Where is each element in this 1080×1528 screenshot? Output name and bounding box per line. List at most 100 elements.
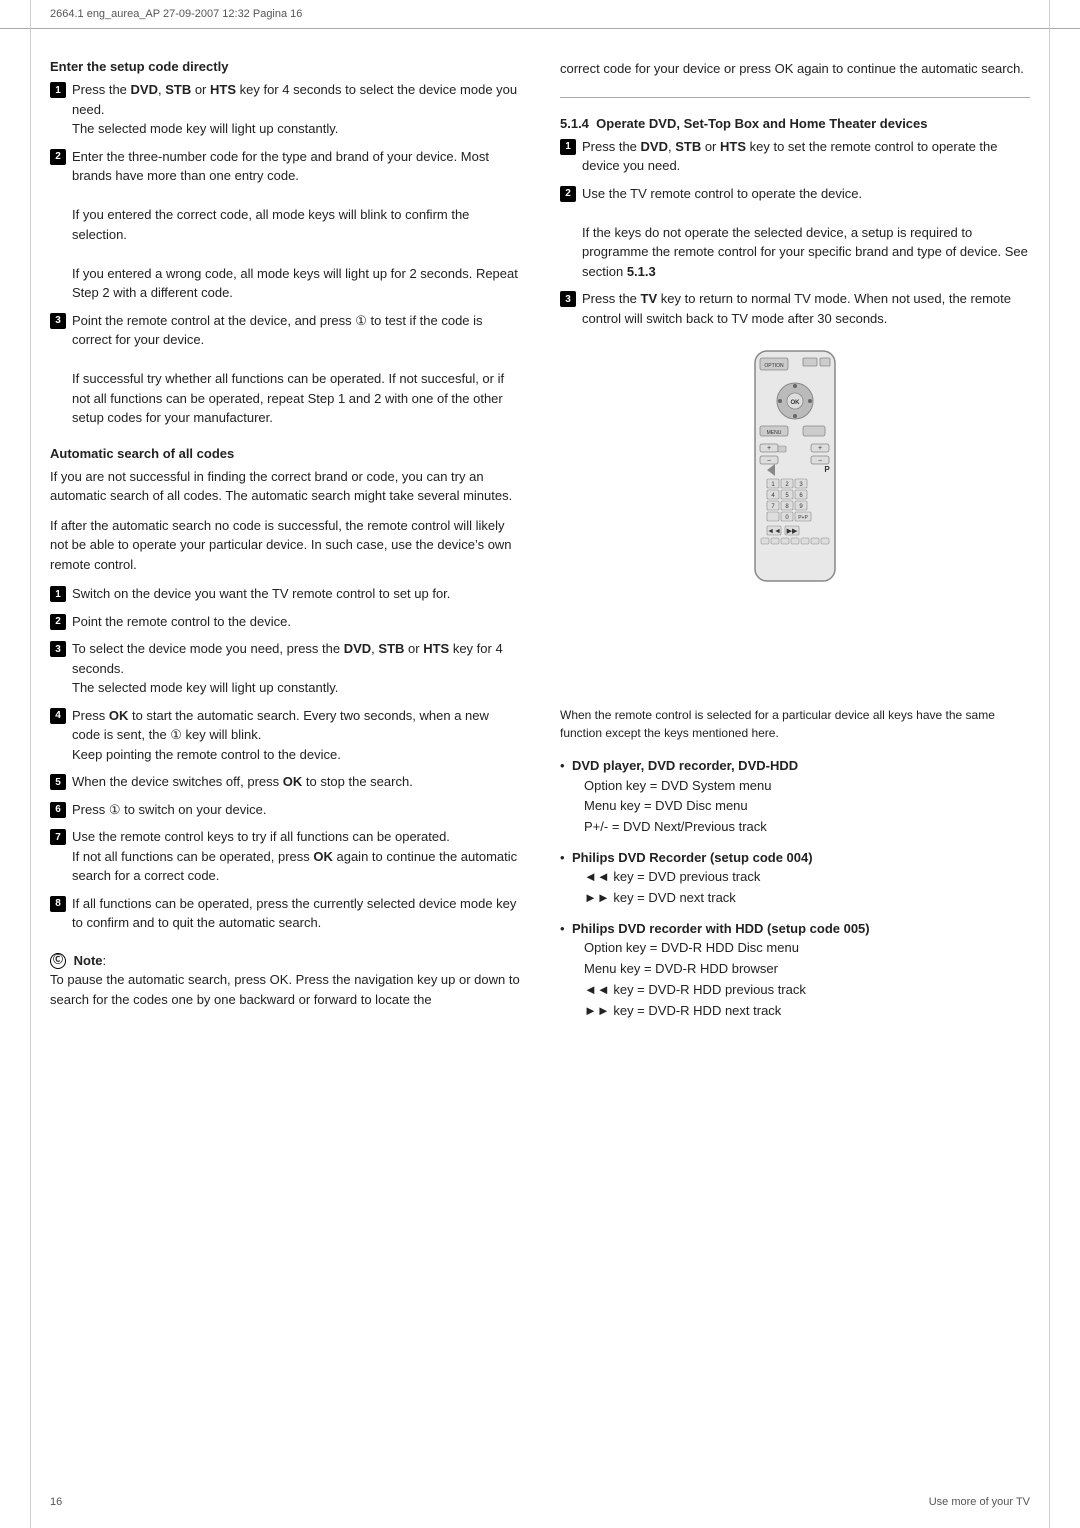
bullet-philips-hdd-items: Option key = DVD-R HDD Disc menu Menu ke… <box>572 938 1030 1021</box>
step-1-2: 2 Enter the three-number code for the ty… <box>50 147 520 303</box>
step-2-5-text: When the device switches off, press OK t… <box>72 774 413 789</box>
step-badge: 1 <box>50 82 66 98</box>
step-badge: 2 <box>50 149 66 165</box>
step-2-2: 2 Point the remote control to the device… <box>50 612 520 632</box>
step-badge: 1 <box>50 586 66 602</box>
section-auto-search: Automatic search of all codes If you are… <box>50 446 520 933</box>
hdd-item-1: Option key = DVD-R HDD Disc menu <box>584 940 799 955</box>
step-1-3: 3 Point the remote control at the device… <box>50 311 520 428</box>
step-2-5: 5 When the device switches off, press OK… <box>50 772 520 792</box>
step-2-1-text: Switch on the device you want the TV rem… <box>72 586 450 601</box>
section514-heading: 5.1.4 Operate DVD, Set-Top Box and Home … <box>560 116 1030 131</box>
step-2-8-text: If all functions can be operated, press … <box>72 896 516 931</box>
bullet-dvd-player-title: DVD player, DVD recorder, DVD-HDD <box>572 758 798 773</box>
step-3-2-text: Use the TV remote control to operate the… <box>582 186 862 201</box>
section-514: 5.1.4 Operate DVD, Set-Top Box and Home … <box>560 116 1030 329</box>
step-2-7: 7 Use the remote control keys to try if … <box>50 827 520 886</box>
step-3-1-text: Press the DVD, STB or HTS key to set the… <box>582 139 998 174</box>
step-1-2-sub1: If you entered the correct code, all mod… <box>72 207 469 242</box>
step-2-4-sub: Keep pointing the remote control to the … <box>72 747 341 762</box>
step-badge: 7 <box>50 829 66 845</box>
step-1-2-text: Enter the three-number code for the type… <box>72 149 489 184</box>
svg-text:OPTION: OPTION <box>764 363 784 369</box>
bullet-dvd-player-items: Option key = DVD System menu Menu key = … <box>572 776 1030 838</box>
section2-intro1: If you are not successful in finding the… <box>50 467 520 506</box>
step-2-3-sub: The selected mode key will light up cons… <box>72 680 338 695</box>
step-badge: 8 <box>50 896 66 912</box>
svg-text:−: − <box>767 458 771 465</box>
device-bullets: DVD player, DVD recorder, DVD-HDD Option… <box>560 756 1030 1022</box>
step-1-1-sub: The selected mode key will light up cons… <box>72 121 338 136</box>
step-2-7-sub: If not all functions can be operated, pr… <box>72 849 517 884</box>
philips-item-1: ◄◄ key = DVD previous track <box>584 869 760 884</box>
step-2-8: 8 If all functions can be operated, pres… <box>50 894 520 933</box>
footer-bar: 16 Use more of your TV <box>50 1496 1030 1508</box>
step-2-3: 3 To select the device mode you need, pr… <box>50 639 520 698</box>
section514-number: 5.1.4 <box>560 116 589 131</box>
step-badge: 3 <box>50 313 66 329</box>
section1-title: Enter the setup code directly <box>50 59 520 74</box>
step-3-2: 2 Use the TV remote control to operate t… <box>560 184 1030 282</box>
note-text: Ⓒ Note: To pause the automatic search, p… <box>50 951 520 1010</box>
svg-text:+: + <box>767 445 771 452</box>
step-1-3-text: Point the remote control at the device, … <box>72 313 483 348</box>
svg-text:MENU: MENU <box>767 430 782 436</box>
step-badge: 1 <box>560 139 576 155</box>
bullet-philips-title: Philips DVD Recorder (setup code 004) <box>572 850 813 865</box>
step-2-4: 4 Press OK to start the automatic search… <box>50 706 520 765</box>
philips-item-2: ►► key = DVD next track <box>584 890 736 905</box>
section2-steps: 1 Switch on the device you want the TV r… <box>50 584 520 933</box>
step-3-1: 1 Press the DVD, STB or HTS key to set t… <box>560 137 1030 176</box>
dvd-item-1: Option key = DVD System menu <box>584 778 772 793</box>
step-3-3: 3 Press the TV key to return to normal T… <box>560 289 1030 328</box>
svg-text:▶▶: ▶▶ <box>787 528 798 535</box>
section1-steps: 1 Press the DVD, STB or HTS key for 4 se… <box>50 80 520 428</box>
svg-text:+: + <box>818 445 822 452</box>
step-3-2-sub: If the keys do not operate the selected … <box>582 225 1028 279</box>
step-2-2-text: Point the remote control to the device. <box>72 614 291 629</box>
bullet-philips-hdd-title: Philips DVD recorder with HDD (setup cod… <box>572 921 870 936</box>
right-column: correct code for your device or press OK… <box>560 59 1030 1032</box>
svg-text:◄◄: ◄◄ <box>767 528 781 535</box>
section514-steps: 1 Press the DVD, STB or HTS key to set t… <box>560 137 1030 329</box>
hdd-item-2: Menu key = DVD-R HDD browser <box>584 961 778 976</box>
step-1-1-text: Press the DVD, STB or HTS key for 4 seco… <box>72 82 517 117</box>
step-3-3-text: Press the TV key to return to normal TV … <box>582 291 1011 326</box>
bullet-dvd-player: DVD player, DVD recorder, DVD-HDD Option… <box>560 756 1030 838</box>
note-body: To pause the automatic search, press OK.… <box>50 972 520 1007</box>
bullet-philips-hdd: Philips DVD recorder with HDD (setup cod… <box>560 919 1030 1022</box>
step-badge: 5 <box>50 774 66 790</box>
note-section: Ⓒ Note: To pause the automatic search, p… <box>50 951 520 1010</box>
section-divider <box>560 97 1030 98</box>
note-icon: Ⓒ <box>50 953 66 969</box>
step-badge: 4 <box>50 708 66 724</box>
step-2-6-text: Press ① to switch on your device. <box>72 802 266 817</box>
step-2-3-text: To select the device mode you need, pres… <box>72 641 503 676</box>
step-2-7-text: Use the remote control keys to try if al… <box>72 829 450 844</box>
note-label: Note <box>74 953 103 968</box>
remote-caption: When the remote control is selected for … <box>560 706 1030 742</box>
step-1-1: 1 Press the DVD, STB or HTS key for 4 se… <box>50 80 520 139</box>
svg-text:P: P <box>824 465 830 474</box>
section514-title: Operate DVD, Set-Top Box and Home Theate… <box>596 116 927 131</box>
section-enter-setup-code: Enter the setup code directly 1 Press th… <box>50 59 520 428</box>
step-2-4-text: Press OK to start the automatic search. … <box>72 708 489 743</box>
bullet-philips-items: ◄◄ key = DVD previous track ►► key = DVD… <box>572 867 1030 909</box>
step-badge: 3 <box>560 291 576 307</box>
header-bar: 2664.1 eng_aurea_AP 27-09-2007 12:32 Pag… <box>0 0 1080 29</box>
bullet-philips-recorder: Philips DVD Recorder (setup code 004) ◄◄… <box>560 848 1030 909</box>
step-1-3-sub: If successful try whether all functions … <box>72 371 504 425</box>
step-badge: 2 <box>560 186 576 202</box>
dvd-item-2: Menu key = DVD Disc menu <box>584 798 748 813</box>
step-badge: 6 <box>50 802 66 818</box>
step-badge: 3 <box>50 641 66 657</box>
left-column: Enter the setup code directly 1 Press th… <box>50 59 520 1032</box>
step-badge: 2 <box>50 614 66 630</box>
note-continued: correct code for your device or press OK… <box>560 59 1030 79</box>
section2-intro2: If after the automatic search no code is… <box>50 516 520 575</box>
main-content: Enter the setup code directly 1 Press th… <box>0 29 1080 1092</box>
dvd-item-3: P+/- = DVD Next/Previous track <box>584 819 767 834</box>
step-2-6: 6 Press ① to switch on your device. <box>50 800 520 820</box>
remote-svg: OPTION OK MENU + <box>695 346 895 686</box>
step-2-1: 1 Switch on the device you want the TV r… <box>50 584 520 604</box>
